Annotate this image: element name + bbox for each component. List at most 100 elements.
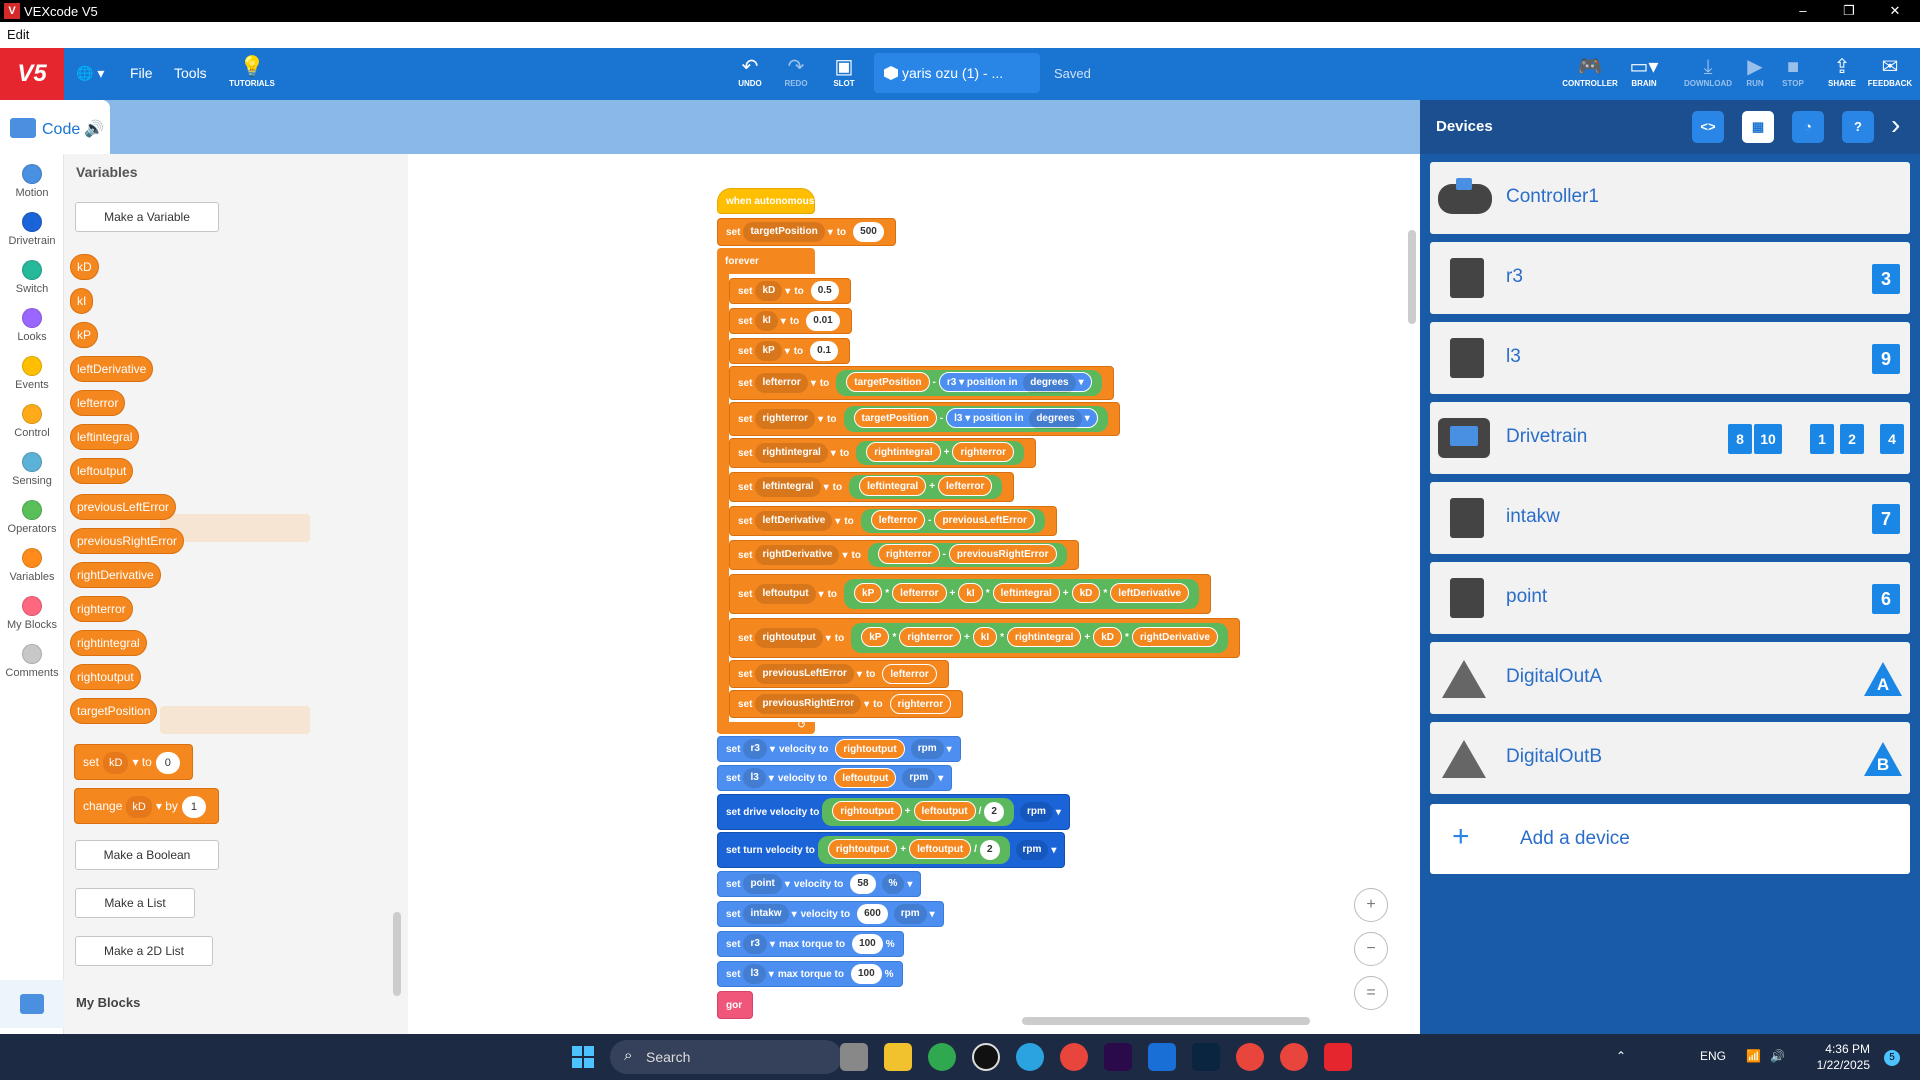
category-operators[interactable]: Operators — [0, 500, 64, 535]
telegram-icon[interactable] — [1016, 1043, 1044, 1071]
set-rightoutput-block[interactable]: set rightoutput ▾ to kP * righterror + kI * right… — [729, 618, 1240, 658]
slot-button[interactable]: ▣ SLOT — [824, 56, 864, 88]
code-viewer-tab[interactable]: <> — [1692, 111, 1724, 143]
variable-rightoutput[interactable]: rightoutput — [70, 664, 141, 690]
set-leftderivative-block[interactable]: set leftDerivative ▾ to lefterror - previousL… — [729, 506, 1057, 536]
forever-block[interactable]: forever — [717, 248, 815, 274]
variable-kD[interactable]: kD — [70, 254, 99, 280]
collapse-chevron-icon[interactable]: › — [1891, 109, 1900, 141]
premiere-icon[interactable] — [1104, 1043, 1132, 1071]
device-controller1[interactable]: Controller1 — [1430, 162, 1910, 234]
app-icon[interactable] — [928, 1043, 956, 1071]
clock[interactable]: 4:36 PM 1/22/2025 — [1806, 1041, 1870, 1073]
variable-rightintegral[interactable]: rightintegral — [70, 630, 147, 656]
set-target-block[interactable]: set targetPosition ▾ to 500 — [717, 218, 896, 246]
chrome-icon[interactable] — [1280, 1043, 1308, 1071]
set-rightintegral-block[interactable]: set rightintegral ▾ to rightintegral + righte… — [729, 438, 1037, 468]
zoom-in-button[interactable]: + — [1354, 888, 1388, 922]
category-sensing[interactable]: Sensing — [0, 452, 64, 487]
category-looks[interactable]: Looks — [0, 308, 64, 343]
set-r3-torque-block[interactable]: set r3 ▾ max torque to 100% — [717, 931, 904, 957]
device-digitalouta[interactable]: DigitalOutA A — [1430, 642, 1910, 714]
windows-start-icon[interactable] — [572, 1046, 594, 1068]
set-leftintegral-block[interactable]: set leftintegral ▾ to leftintegral + lefterro… — [729, 472, 1015, 502]
zoom-reset-button[interactable]: = — [1354, 976, 1388, 1010]
category-switch[interactable]: Switch — [0, 260, 64, 295]
set-l3-torque-block[interactable]: set l3 ▾ max torque to 100% — [717, 961, 903, 987]
minimize-button[interactable]: – — [1780, 0, 1826, 22]
notification-badge[interactable]: 5 — [1884, 1050, 1900, 1066]
category-comments[interactable]: Comments — [0, 644, 64, 679]
undo-button[interactable]: ↶ UNDO — [730, 56, 770, 88]
variable-leftDerivative[interactable]: leftDerivative — [70, 356, 154, 382]
variable-leftintegral[interactable]: leftintegral — [70, 424, 140, 450]
dashboard-tab[interactable]: ◔ — [1792, 111, 1824, 143]
set-leftoutput-block[interactable]: set leftoutput ▾ to kP * lefterror + kI * leftint… — [729, 574, 1212, 614]
task-view-icon[interactable] — [840, 1043, 868, 1071]
vexcode-icon[interactable] — [1324, 1043, 1352, 1071]
device-intakw[interactable]: intakw 7 — [1430, 482, 1910, 554]
canvas-horizontal-scrollbar[interactable] — [1022, 1017, 1310, 1025]
extensions-button[interactable] — [0, 980, 64, 1028]
zoom-out-button[interactable]: − — [1354, 932, 1388, 966]
feedback-button[interactable]: ✉ FEEDBACK — [1864, 56, 1916, 88]
category-events[interactable]: Events — [0, 356, 64, 391]
variable-righterror[interactable]: righterror — [70, 596, 133, 622]
variable-targetPosition[interactable]: targetPosition — [70, 698, 158, 724]
help-tab[interactable]: ? — [1842, 111, 1874, 143]
file-explorer-icon[interactable] — [884, 1043, 912, 1071]
set-kp-block[interactable]: set kP ▾ to 0.1 — [729, 338, 851, 364]
canvas-vertical-scrollbar[interactable] — [1408, 230, 1416, 324]
category-drivetrain[interactable]: Drivetrain — [0, 212, 64, 247]
variable-kP[interactable]: kP — [70, 322, 99, 348]
tutorials-button[interactable]: 💡 TUTORIALS — [228, 56, 276, 88]
volume-icon[interactable]: 🔊 — [1770, 1049, 1785, 1063]
set-prevrighterror-block[interactable]: set previousRightError ▾ to righterror — [729, 690, 964, 718]
photoshop-icon[interactable] — [1192, 1043, 1220, 1071]
make-variable-button[interactable]: Make a Variable — [75, 202, 219, 232]
wifi-icon[interactable]: 📶 — [1746, 1049, 1761, 1063]
when-autonomous-block[interactable]: when autonomous — [717, 188, 815, 214]
variable-previousLeftError[interactable]: previousLeftError — [70, 494, 177, 520]
download-button[interactable]: ⤓ DOWNLOAD — [1680, 56, 1736, 88]
category-control[interactable]: Control — [0, 404, 64, 439]
gor-block[interactable]: gor — [717, 991, 753, 1019]
code-tab[interactable]: Code 🔊 — [0, 100, 110, 154]
tray-chevron-icon[interactable]: ⌃ — [1616, 1049, 1626, 1063]
set-kd-block[interactable]: set kD ▾ to 0.5 — [729, 278, 851, 304]
set-prevlefterror-block[interactable]: set previousLeftError ▾ to lefterror — [729, 660, 949, 688]
set-variable-block[interactable]: set kD ▾ to 0 — [74, 744, 193, 780]
chrome-icon[interactable] — [1236, 1043, 1264, 1071]
palette-scrollbar[interactable] — [393, 912, 401, 996]
chrome-icon[interactable] — [1060, 1043, 1088, 1071]
variable-lefterror[interactable]: lefterror — [70, 390, 126, 416]
device-drivetrain[interactable]: Drivetrain 8 10 1 2 4 — [1430, 402, 1910, 474]
variable-previousRightError[interactable]: previousRightError — [70, 528, 185, 554]
set-ki-block[interactable]: set kI ▾ to 0.01 — [729, 308, 852, 334]
set-turn-velocity-block[interactable]: set turn velocity to rightoutput + leftoutp… — [717, 832, 1066, 868]
share-button[interactable]: ⇪ SHARE — [1822, 56, 1862, 88]
device-l3[interactable]: l3 9 — [1430, 322, 1910, 394]
category-my-blocks[interactable]: My Blocks — [0, 596, 64, 631]
make-boolean-button[interactable]: Make a Boolean — [75, 840, 219, 870]
set-l3-velocity-block[interactable]: set l3 ▾ velocity to leftoutput rpm ▾ — [717, 765, 953, 791]
set-point-velocity-block[interactable]: set point ▾ velocity to 58% ▾ — [717, 871, 922, 897]
close-button[interactable]: ✕ — [1872, 0, 1918, 22]
app-icon[interactable] — [972, 1043, 1000, 1071]
set-intakw-velocity-block[interactable]: set intakw ▾ velocity to 600 rpm ▾ — [717, 901, 944, 927]
set-lefterror-block[interactable]: set lefterror ▾ to targetPosition - r3 ▾ posi… — [729, 366, 1114, 400]
category-motion[interactable]: Motion — [0, 164, 64, 199]
set-righterror-block[interactable]: set righterror ▾ to targetPosition - l3 ▾ pos… — [729, 402, 1120, 436]
stop-button[interactable]: ■ STOP — [1776, 56, 1810, 88]
change-variable-block[interactable]: change kD ▾ by 1 — [74, 788, 219, 824]
language-indicator[interactable]: ENG — [1700, 1049, 1726, 1063]
set-rightderivative-block[interactable]: set rightDerivative ▾ to righterror - previou… — [729, 540, 1079, 570]
set-r3-velocity-block[interactable]: set r3 ▾ velocity to rightoutput rpm ▾ — [717, 736, 961, 762]
brain-button[interactable]: ▭▾ BRAIN — [1624, 56, 1664, 88]
variable-leftoutput[interactable]: leftoutput — [70, 458, 134, 484]
file-menu[interactable]: File — [130, 65, 153, 81]
category-variables[interactable]: Variables — [0, 548, 64, 583]
device-digitaloutb[interactable]: DigitalOutB B — [1430, 722, 1910, 794]
language-globe-icon[interactable]: 🌐 ▾ — [76, 65, 104, 82]
device-r3[interactable]: r3 3 — [1430, 242, 1910, 314]
